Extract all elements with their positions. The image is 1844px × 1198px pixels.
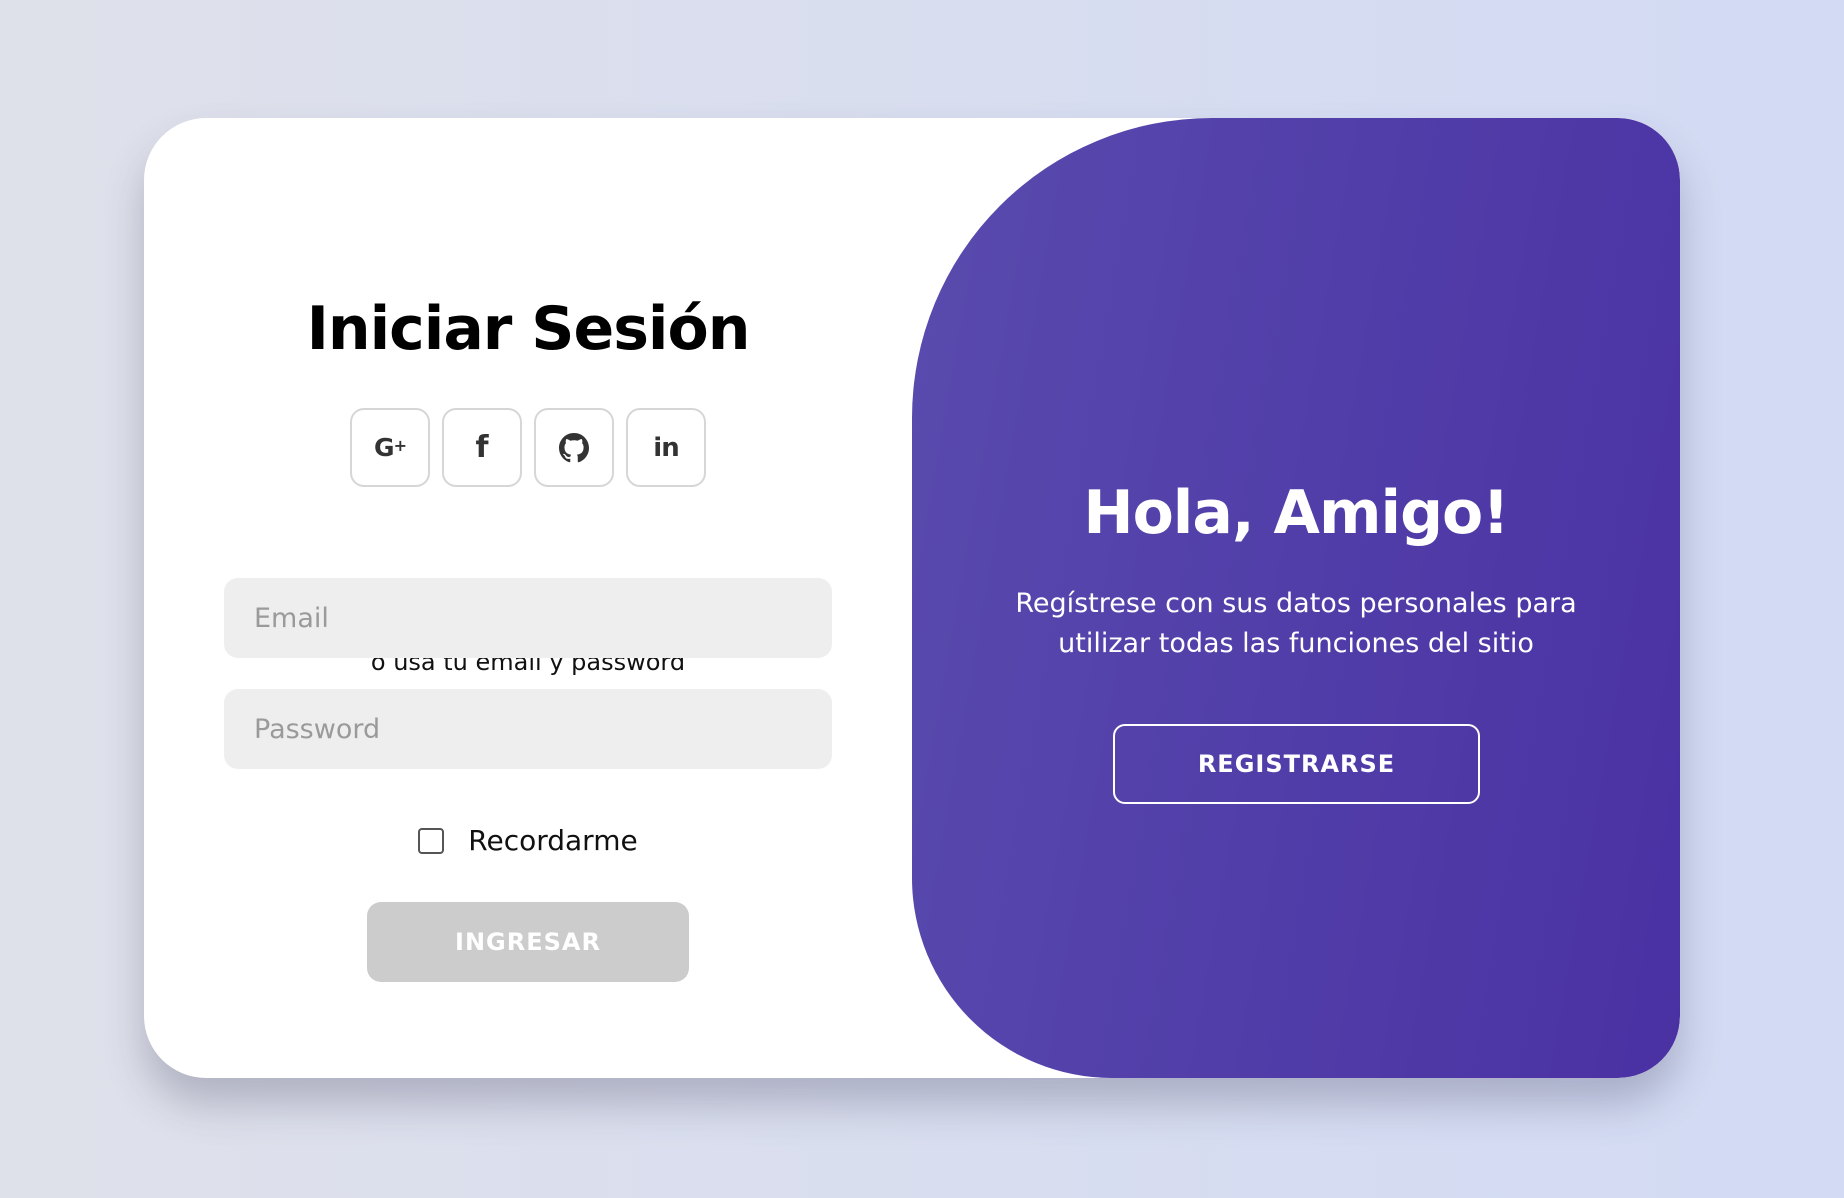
panel-text: Regístrese con sus datos personales para… bbox=[1015, 588, 1577, 659]
google-plus-icon: G+ bbox=[374, 433, 407, 462]
signin-form: Iniciar Sesión G+ f in o usa tu email y … bbox=[144, 118, 912, 1078]
remember-me: Recordarme bbox=[144, 824, 912, 857]
login-button[interactable]: INGRESAR bbox=[367, 902, 689, 982]
signin-title: Iniciar Sesión bbox=[306, 294, 751, 364]
google-login-button[interactable]: G+ bbox=[350, 408, 430, 487]
linkedin-icon: in bbox=[653, 432, 679, 463]
auth-card: Iniciar Sesión G+ f in o usa tu email y … bbox=[144, 118, 1680, 1078]
password-field[interactable] bbox=[224, 689, 832, 769]
register-panel: Hola, Amigo! Regístrese con sus datos pe… bbox=[912, 118, 1680, 1078]
remember-checkbox[interactable] bbox=[418, 827, 445, 854]
panel-title: Hola, Amigo! bbox=[1083, 478, 1509, 548]
github-icon bbox=[559, 432, 589, 462]
facebook-icon: f bbox=[475, 430, 489, 465]
email-field[interactable] bbox=[224, 578, 832, 658]
linkedin-login-button[interactable]: in bbox=[626, 408, 706, 487]
facebook-login-button[interactable]: f bbox=[442, 408, 522, 487]
github-login-button[interactable] bbox=[534, 408, 614, 487]
remember-label[interactable]: Recordarme bbox=[468, 824, 637, 857]
register-button[interactable]: REGISTRARSE bbox=[1113, 724, 1480, 804]
social-login-buttons: G+ f in bbox=[144, 408, 912, 487]
